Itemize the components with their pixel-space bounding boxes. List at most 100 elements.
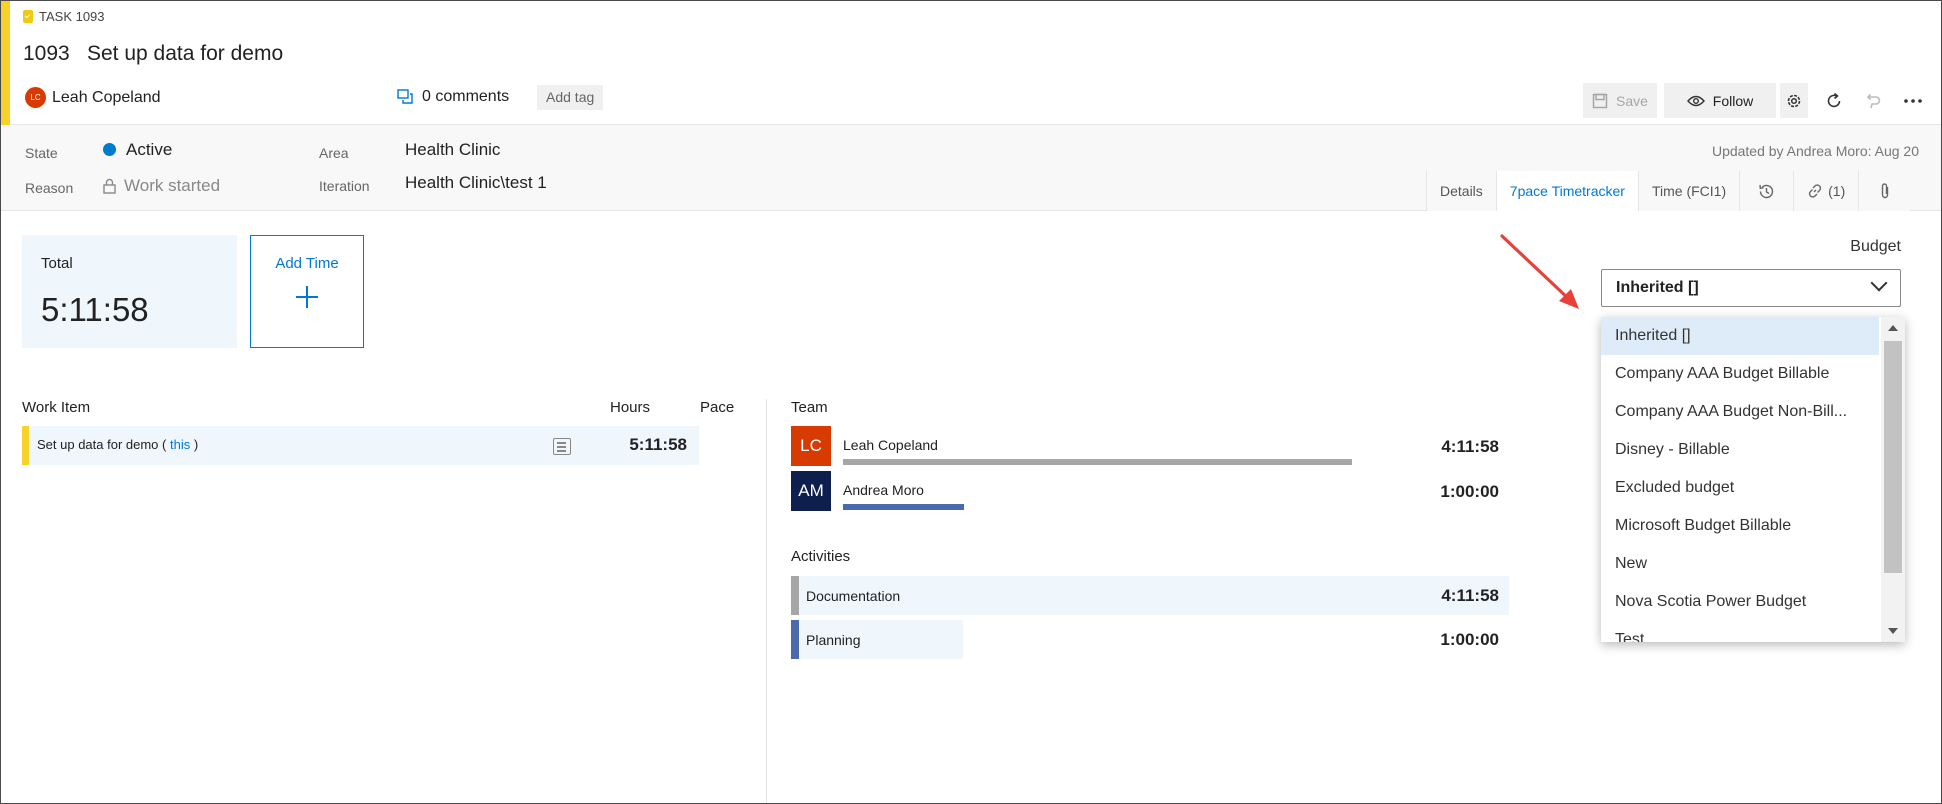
add-time-label: Add Time bbox=[275, 255, 339, 272]
paperclip-icon bbox=[1881, 183, 1888, 199]
state-active-dot bbox=[103, 143, 116, 156]
budget-option[interactable]: Excluded budget bbox=[1601, 469, 1879, 507]
updated-info: Updated by Andrea Moro: Aug 20 bbox=[1711, 143, 1919, 159]
column-hours: Hours bbox=[610, 399, 651, 416]
annotation-arrow-icon bbox=[1500, 234, 1579, 309]
team-member-avatar: LC bbox=[791, 426, 831, 466]
budget-option[interactable]: Test bbox=[1601, 621, 1879, 642]
total-value: 5:11:58 bbox=[41, 291, 149, 328]
form-tabs: Details 7pace Timetracker Time (FCI1) (1… bbox=[1426, 171, 1911, 211]
budget-label: Budget bbox=[1850, 238, 1901, 255]
worklog-details-icon[interactable] bbox=[553, 438, 571, 455]
total-label: Total bbox=[41, 255, 73, 272]
area-field[interactable]: Health Clinic bbox=[405, 140, 500, 160]
budget-option[interactable]: Nova Scotia Power Budget bbox=[1601, 583, 1879, 621]
activity-time: 1:00:00 bbox=[1440, 630, 1499, 649]
team-member-name: Leah Copeland bbox=[843, 437, 938, 453]
assignee-name: Leah Copeland bbox=[52, 88, 161, 106]
column-work-item: Work Item bbox=[22, 399, 91, 416]
scroll-down-icon[interactable] bbox=[1888, 628, 1898, 634]
activities-heading: Activities bbox=[791, 548, 851, 565]
tab-history[interactable] bbox=[1739, 171, 1794, 211]
reason-label: Reason bbox=[25, 180, 74, 196]
work-item-row-title: Set up data for demo ( this ) bbox=[37, 437, 198, 452]
undo-icon bbox=[1866, 93, 1881, 108]
column-divider bbox=[766, 399, 767, 803]
team-member-time: 4:11:58 bbox=[1441, 437, 1499, 456]
row-close-paren: ) bbox=[193, 437, 199, 452]
row-title-text: Set up data for demo bbox=[37, 437, 159, 452]
task-color-stripe bbox=[22, 426, 29, 465]
tab-time-fci1[interactable]: Time (FCI1) bbox=[1637, 171, 1740, 211]
state-field[interactable]: Active bbox=[103, 140, 172, 160]
reason-value: Work started bbox=[124, 176, 221, 195]
work-item-header: TASK 1093 1093 Set up data for demo LC L… bbox=[1, 1, 1941, 125]
scrollbar-thumb[interactable] bbox=[1884, 341, 1902, 573]
state-label: State bbox=[25, 145, 58, 161]
budget-option[interactable]: Company AAA Budget Non-Bill... bbox=[1601, 393, 1879, 431]
team-member-bar bbox=[843, 459, 1352, 465]
task-type-label: TASK 1093 bbox=[23, 9, 105, 24]
activity-color-bar bbox=[791, 620, 799, 659]
activity-name: Documentation bbox=[806, 588, 901, 604]
follow-label: Follow bbox=[1712, 92, 1754, 109]
row-open-paren: ( bbox=[162, 437, 167, 452]
more-actions-button[interactable] bbox=[1898, 83, 1928, 118]
task-type-text: TASK 1093 bbox=[39, 9, 105, 24]
budget-options-list: Inherited [] Company AAA Budget Billable… bbox=[1601, 317, 1905, 642]
team-member-bar bbox=[843, 504, 964, 510]
comments-icon bbox=[397, 89, 413, 104]
settings-button[interactable] bbox=[1780, 83, 1808, 118]
iteration-field[interactable]: Health Clinic\test 1 bbox=[405, 173, 547, 193]
task-color-bar bbox=[1, 1, 10, 125]
tab-attachments[interactable] bbox=[1858, 171, 1911, 211]
reason-field: Work started bbox=[103, 176, 220, 196]
assignee-picker[interactable]: LC Leah Copeland bbox=[25, 87, 161, 108]
team-member-name: Andrea Moro bbox=[843, 482, 924, 498]
activity-time: 4:11:58 bbox=[1441, 586, 1499, 605]
add-tag-button[interactable]: Add tag bbox=[537, 85, 604, 110]
lock-icon bbox=[103, 178, 116, 194]
activity-color-bar bbox=[791, 576, 799, 615]
tab-7pace-timetracker[interactable]: 7pace Timetracker bbox=[1495, 171, 1638, 211]
this-link[interactable]: this bbox=[170, 437, 190, 452]
task-clipboard-icon bbox=[23, 10, 33, 23]
budget-option[interactable]: New bbox=[1601, 545, 1879, 583]
dropdown-scrollbar[interactable] bbox=[1881, 317, 1905, 642]
team-member-time: 1:00:00 bbox=[1440, 482, 1499, 501]
iteration-label: Iteration bbox=[319, 178, 370, 194]
area-label: Area bbox=[319, 145, 349, 161]
budget-option[interactable]: Disney - Billable bbox=[1601, 431, 1879, 469]
ellipsis-icon bbox=[1904, 98, 1922, 103]
link-icon bbox=[1809, 184, 1822, 198]
team-member-avatar: AM bbox=[791, 471, 831, 511]
state-value: Active bbox=[126, 140, 173, 159]
gear-icon bbox=[1787, 94, 1801, 107]
comments-count: 0 comments bbox=[422, 88, 510, 105]
column-pace: Pace bbox=[700, 399, 735, 416]
budget-option[interactable]: Inherited [] bbox=[1601, 317, 1879, 355]
plus-icon bbox=[296, 286, 318, 308]
team-heading: Team bbox=[791, 399, 828, 416]
work-item-title[interactable]: Set up data for demo bbox=[87, 42, 283, 66]
history-icon bbox=[1759, 184, 1774, 198]
follow-button[interactable]: Follow bbox=[1664, 83, 1776, 118]
comments-link[interactable]: 0 comments bbox=[397, 88, 509, 106]
work-item-form: TASK 1093 1093 Set up data for demo LC L… bbox=[0, 0, 1942, 804]
row-hours: 5:11:58 bbox=[629, 435, 687, 454]
budget-selected-value: Inherited [] bbox=[1616, 279, 1699, 296]
links-count: (1) bbox=[1828, 183, 1846, 199]
tab-links[interactable]: (1) bbox=[1793, 171, 1859, 211]
eye-icon bbox=[1686, 95, 1705, 106]
budget-option[interactable]: Company AAA Budget Billable bbox=[1601, 355, 1879, 393]
activity-name: Planning bbox=[806, 632, 861, 648]
assignee-avatar: LC bbox=[25, 87, 46, 108]
scroll-up-icon[interactable] bbox=[1888, 325, 1898, 331]
tab-details[interactable]: Details bbox=[1426, 171, 1496, 211]
budget-option[interactable]: Microsoft Budget Billable bbox=[1601, 507, 1879, 545]
refresh-button[interactable] bbox=[1819, 83, 1849, 118]
save-button[interactable]: Save bbox=[1583, 83, 1657, 118]
undo-button[interactable] bbox=[1857, 83, 1887, 118]
save-icon bbox=[1592, 93, 1608, 108]
save-label: Save bbox=[1616, 92, 1648, 109]
